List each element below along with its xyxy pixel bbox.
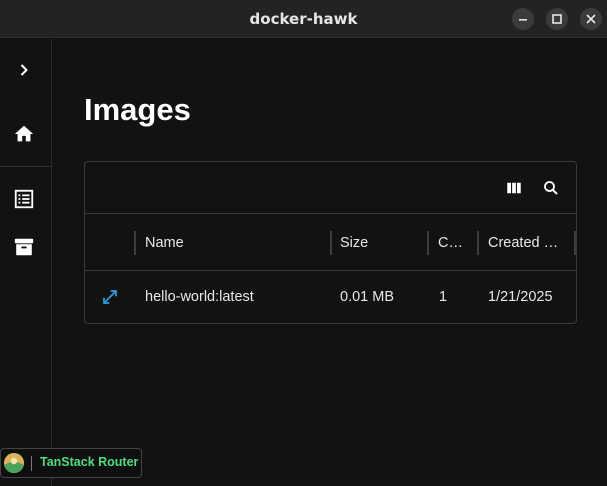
column-header-name[interactable]: Name [145,215,325,271]
maximize-icon [552,14,562,24]
cell-containers: 1 [439,289,448,305]
table-toolbar [85,162,576,214]
sidebar-divider [0,166,51,167]
home-icon [14,125,34,142]
column-header-created[interactable]: Created … [488,215,568,271]
column-resize-handle[interactable] [134,231,136,255]
column-header-size[interactable]: Size [340,215,420,271]
page-title: Images [84,92,191,127]
sidebar [0,39,52,486]
cell-name: hello-world:latest [145,289,254,305]
table-row[interactable]: hello-world:latest 0.01 MB 1 1/21/2025 [85,271,576,323]
devtools-divider [31,456,32,471]
column-resize-handle[interactable] [574,231,576,255]
cell-size: 0.01 MB [340,289,394,305]
columns-icon [507,182,521,194]
column-resize-handle[interactable] [330,231,332,255]
cell-created: 1/21/2025 [488,289,553,305]
search-icon [544,181,558,195]
list-icon [14,189,34,209]
column-resize-handle[interactable] [477,231,479,255]
column-resize-handle[interactable] [427,231,429,255]
tanstack-logo-icon [4,453,24,473]
maximize-button[interactable] [546,8,568,30]
minimize-button[interactable] [512,8,534,30]
table-header: Name Size C… Created … [85,215,576,271]
close-icon [586,14,596,24]
sidebar-item-home[interactable] [6,116,42,152]
search-button[interactable] [539,176,563,200]
expand-row-button[interactable] [99,286,121,308]
tanstack-router-devtools-button[interactable]: TanStack Router [0,448,142,478]
sidebar-expand-button[interactable] [6,52,42,88]
title-bar: docker-hawk [0,0,607,38]
expand-diagonal-icon [103,290,117,304]
sidebar-item-containers[interactable] [6,181,42,217]
images-table: Name Size C… Created … hello-world:lates… [84,161,577,324]
close-button[interactable] [580,8,602,30]
minimize-icon [519,19,527,21]
archive-icon [14,238,34,256]
chevron-right-icon [20,64,28,76]
sidebar-item-images[interactable] [6,229,42,265]
devtools-label: TanStack Router [40,455,139,469]
column-header-containers[interactable]: C… [438,215,478,271]
show-columns-button[interactable] [502,176,526,200]
